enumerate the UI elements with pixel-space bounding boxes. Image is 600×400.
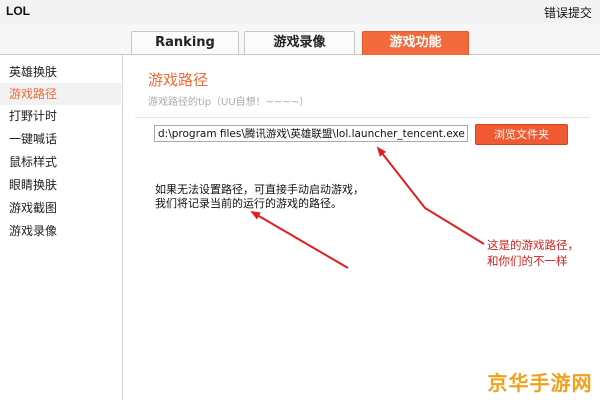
watermark-logo: 京华手游网 — [485, 368, 595, 398]
annotation-text: 这是的游戏路径， 和你们的不一样 — [487, 237, 579, 269]
annotation-line: 这是的游戏路径， — [487, 238, 579, 252]
annotation-arrows — [250, 146, 485, 269]
arrow-to-path-input — [376, 146, 485, 245]
annotation-line: 和你们的不一样 — [487, 254, 568, 268]
arrow-to-note — [250, 210, 349, 269]
